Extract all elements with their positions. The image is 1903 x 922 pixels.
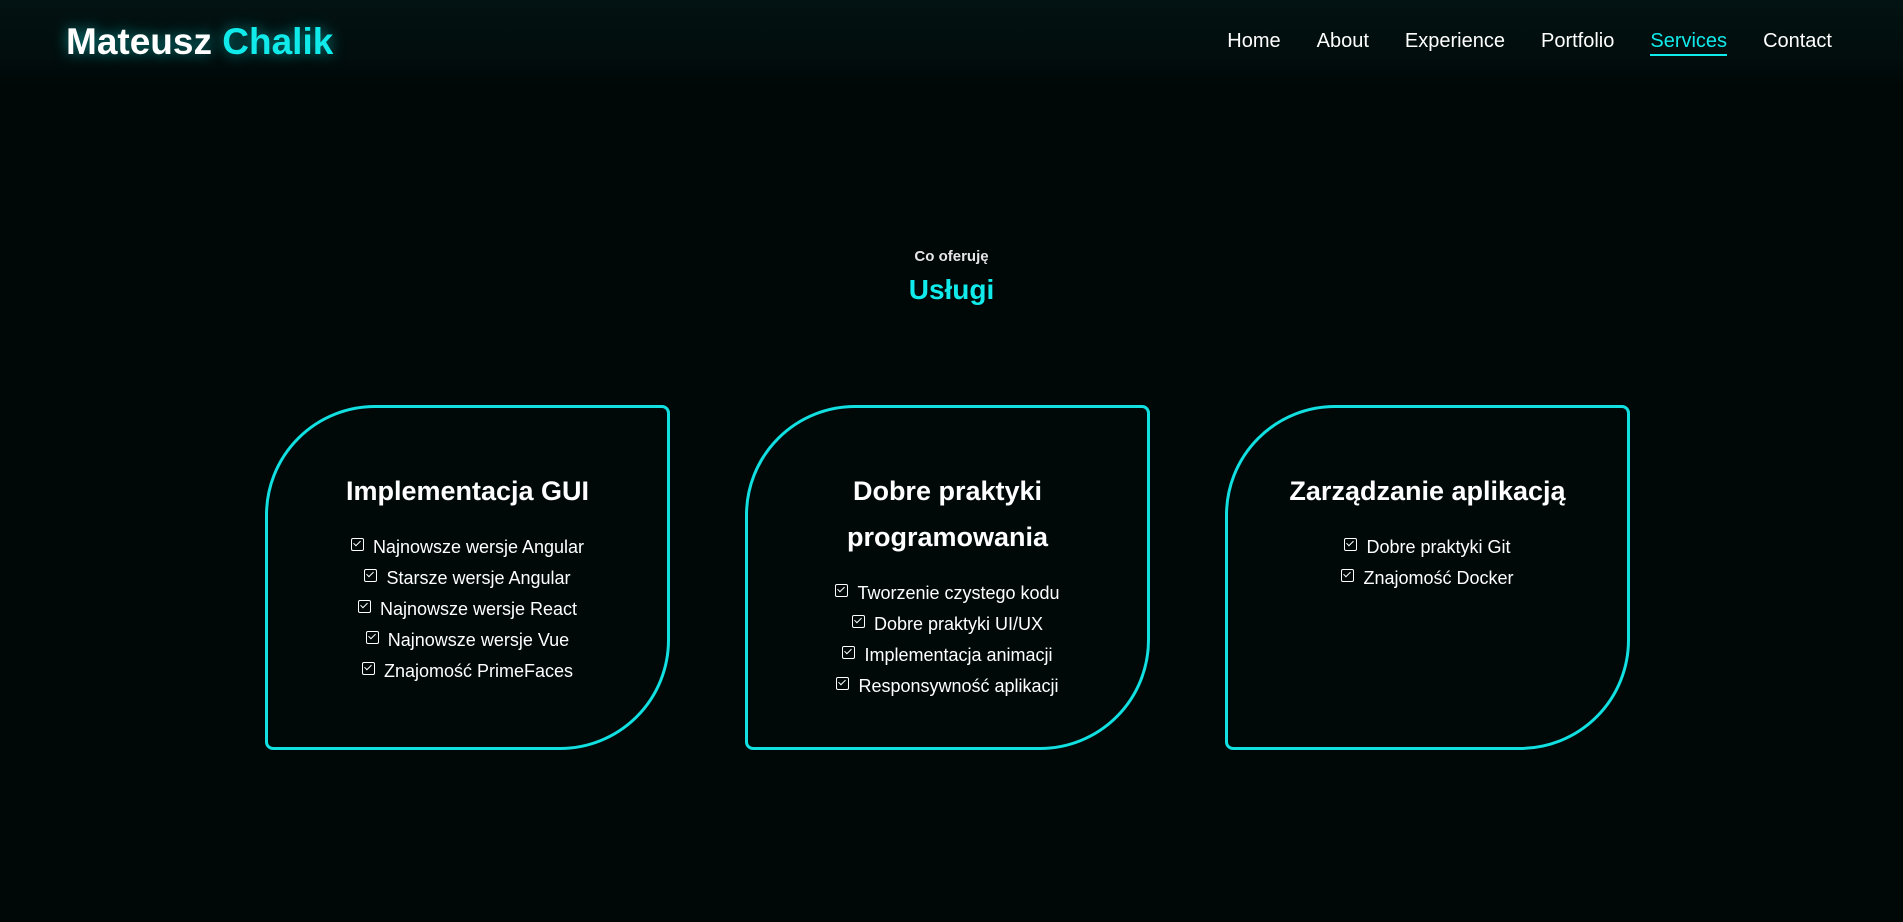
logo-last-name: Chalik bbox=[222, 21, 334, 62]
list-item-label: Dobre praktyki Git bbox=[1366, 537, 1511, 557]
nav-link-home[interactable]: Home bbox=[1227, 28, 1280, 56]
list-item: Najnowsze wersje Vue bbox=[268, 625, 667, 656]
nav-link-experience[interactable]: Experience bbox=[1405, 28, 1505, 56]
list-item: Dobre praktyki Git bbox=[1228, 532, 1627, 563]
top-navbar: Mateusz Chalik Home About Experience Por… bbox=[0, 0, 1903, 84]
list-item-label: Najnowsze wersje React bbox=[379, 599, 578, 619]
section-subtitle: Co oferuję bbox=[914, 248, 989, 265]
list-item-label: Najnowsze wersje Vue bbox=[387, 630, 570, 650]
service-list: Dobre praktyki Git Znajomość Docker bbox=[1228, 532, 1627, 594]
nav-link-portfolio[interactable]: Portfolio bbox=[1541, 28, 1614, 56]
checkbox-checked-icon bbox=[1344, 537, 1358, 551]
list-item-label: Starsze wersje Angular bbox=[386, 568, 571, 588]
list-item: Starsze wersje Angular bbox=[268, 563, 667, 594]
list-item: Najnowsze wersje React bbox=[268, 594, 667, 625]
list-item: Implementacja animacji bbox=[748, 640, 1147, 671]
service-card-practices: Dobre praktyki programowania Tworzenie c… bbox=[745, 405, 1150, 750]
nav-link-contact[interactable]: Contact bbox=[1763, 28, 1832, 56]
list-item-label: Responsywność aplikacji bbox=[858, 676, 1059, 696]
list-item-label: Znajomość PrimeFaces bbox=[383, 661, 574, 681]
checkbox-checked-icon bbox=[364, 568, 378, 582]
checkbox-checked-icon bbox=[842, 645, 856, 659]
main-nav: Home About Experience Portfolio Services… bbox=[1227, 28, 1832, 56]
service-card-management: Zarządzanie aplikacją Dobre praktyki Git… bbox=[1225, 405, 1630, 750]
checkbox-checked-icon bbox=[350, 537, 364, 551]
logo-first-name: Mateusz bbox=[66, 21, 212, 62]
list-item: Tworzenie czystego kodu bbox=[748, 578, 1147, 609]
checkbox-checked-icon bbox=[361, 661, 375, 675]
checkbox-checked-icon bbox=[835, 583, 849, 597]
checkbox-checked-icon bbox=[365, 630, 379, 644]
service-card-gui: Implementacja GUI Najnowsze wersje Angul… bbox=[265, 405, 670, 750]
list-item-label: Znajomość Docker bbox=[1363, 568, 1514, 588]
list-item: Dobre praktyki UI/UX bbox=[748, 609, 1147, 640]
list-item: Najnowsze wersje Angular bbox=[268, 532, 667, 563]
list-item-label: Implementacja animacji bbox=[864, 645, 1053, 665]
checkbox-checked-icon bbox=[1341, 568, 1355, 582]
service-list: Tworzenie czystego kodu Dobre praktyki U… bbox=[748, 578, 1147, 702]
checkbox-checked-icon bbox=[836, 676, 850, 690]
service-list: Najnowsze wersje Angular Starsze wersje … bbox=[268, 532, 667, 687]
section-title: Usługi bbox=[908, 274, 995, 305]
service-card-title: Zarządzanie aplikacją bbox=[1289, 476, 1566, 506]
list-item-label: Najnowsze wersje Angular bbox=[372, 537, 585, 557]
list-item: Responsywność aplikacji bbox=[748, 671, 1147, 702]
nav-link-about[interactable]: About bbox=[1317, 28, 1369, 56]
list-item-label: Tworzenie czystego kodu bbox=[857, 583, 1060, 603]
list-item: Znajomość Docker bbox=[1228, 563, 1627, 594]
site-logo[interactable]: Mateusz Chalik bbox=[66, 20, 333, 64]
checkbox-checked-icon bbox=[851, 614, 865, 628]
nav-link-services[interactable]: Services bbox=[1650, 28, 1728, 56]
list-item-label: Dobre praktyki UI/UX bbox=[873, 614, 1044, 634]
list-item: Znajomość PrimeFaces bbox=[268, 656, 667, 687]
service-card-title: Implementacja GUI bbox=[345, 476, 590, 506]
service-card-title: Dobre praktyki programowania bbox=[846, 476, 1049, 552]
checkbox-checked-icon bbox=[357, 599, 371, 613]
